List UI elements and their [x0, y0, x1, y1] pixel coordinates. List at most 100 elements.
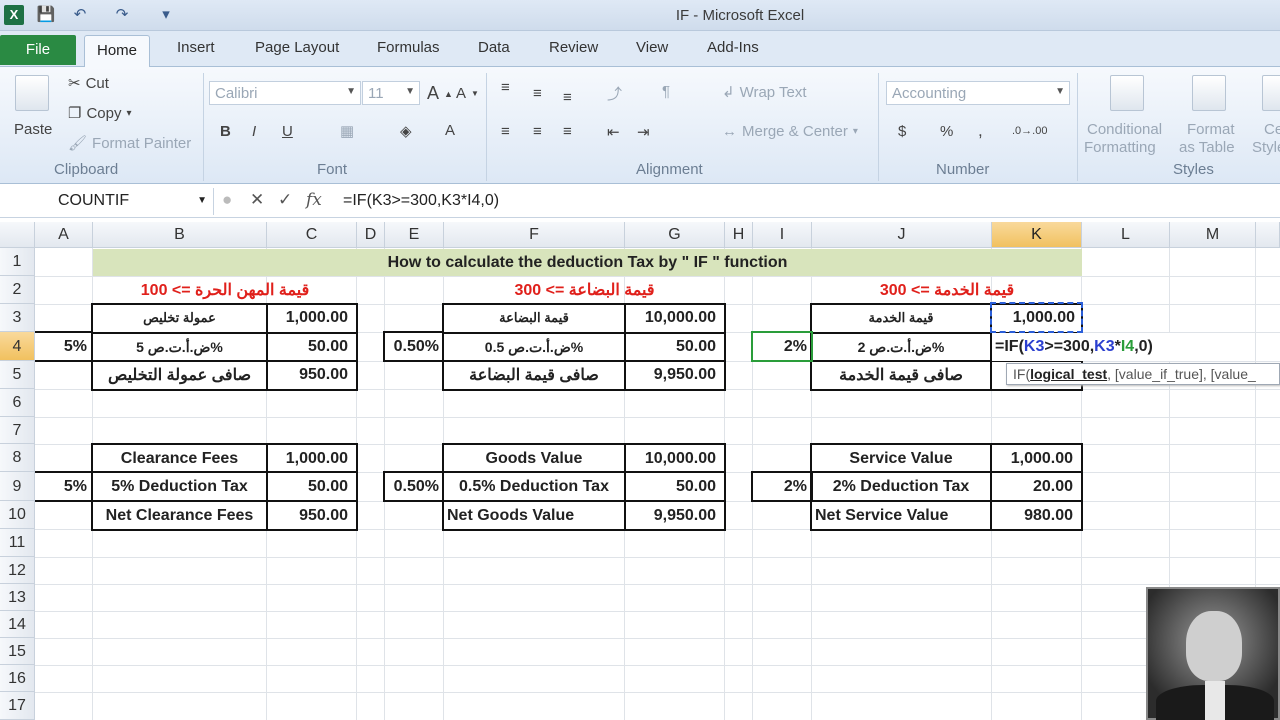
row-header[interactable]: 15	[0, 638, 35, 665]
increase-decimal-icon[interactable]: .0→.00	[1012, 125, 1047, 137]
enter-icon[interactable]: ✓	[278, 190, 292, 210]
italic-icon[interactable]: I	[252, 123, 256, 140]
cell-b10[interactable]: Net Clearance Fees	[93, 502, 266, 529]
cell-j8[interactable]: Service Value	[812, 445, 990, 472]
tab-add-ins[interactable]: Add-Ins	[707, 39, 759, 56]
cell-b5[interactable]: صافى عمولة التخليص	[93, 361, 266, 389]
column-header[interactable]: M	[1170, 222, 1256, 248]
underline-icon[interactable]: U	[282, 123, 293, 140]
row-header[interactable]: 8	[0, 444, 35, 472]
tab-data[interactable]: Data	[478, 39, 510, 56]
percent-icon[interactable]: %	[940, 123, 953, 140]
cell-j4[interactable]: ض.أ.ت.ص 2%	[812, 333, 990, 361]
cell-f10[interactable]: Net Goods Value	[447, 502, 624, 529]
cell-j5[interactable]: صافى قيمة الخدمة	[812, 361, 990, 389]
align-right-icon[interactable]: ≡	[563, 123, 572, 140]
format-as-table-icon[interactable]	[1192, 75, 1226, 111]
wrap-text-button[interactable]: ↲ Wrap Text	[722, 83, 807, 102]
align-center-icon[interactable]: ≡	[533, 123, 542, 140]
cell-g3[interactable]: 10,000.00	[626, 304, 724, 332]
copy-button[interactable]: ❐ Copy ▾	[68, 104, 132, 123]
cell-a4[interactable]: 5%	[35, 333, 91, 361]
comma-style-icon[interactable]: ,	[978, 121, 983, 141]
fill-color-icon[interactable]: ◈	[400, 122, 412, 140]
top-align-icon[interactable]: ≡	[501, 79, 510, 96]
cell-c10[interactable]: 950.00	[268, 502, 356, 529]
paste-icon[interactable]	[15, 75, 49, 111]
cell-b3[interactable]: عمولة تخليص	[93, 304, 266, 332]
free-professions-header[interactable]: 100 <= قيمة المهن الحرة	[93, 276, 357, 304]
column-header[interactable]: H	[725, 222, 753, 248]
number-format-combo[interactable]: Accounting ▼	[886, 81, 1070, 105]
cancel-icon[interactable]: ✕	[250, 190, 264, 210]
column-header[interactable]: I	[753, 222, 812, 248]
row-header[interactable]: 13	[0, 584, 35, 611]
cell-c8[interactable]: 1,000.00	[268, 445, 356, 472]
align-left-icon[interactable]: ≡	[501, 123, 510, 140]
row-header[interactable]: 9	[0, 472, 35, 501]
decrease-indent-icon[interactable]: ⇤	[607, 123, 620, 141]
tab-view[interactable]: View	[636, 39, 668, 56]
cell-f4[interactable]: ض.أ.ت.ص 0.5%	[444, 333, 624, 361]
cell-i9[interactable]: 2%	[753, 473, 811, 501]
cell-k9[interactable]: 20.00	[992, 473, 1081, 501]
cell-c3[interactable]: 1,000.00	[268, 304, 356, 332]
row-header[interactable]: 14	[0, 611, 35, 638]
row-header[interactable]: 1	[0, 248, 35, 276]
cell-c4[interactable]: 50.00	[268, 333, 356, 361]
cell-g10[interactable]: 9,950.00	[626, 502, 724, 529]
font-color-icon[interactable]: A	[445, 122, 455, 139]
column-header[interactable]: B	[93, 222, 267, 248]
cell-g5[interactable]: 9,950.00	[626, 361, 724, 389]
conditional-formatting-icon[interactable]	[1110, 75, 1144, 111]
orientation-icon[interactable]: ⤴	[607, 83, 622, 104]
cell-g4[interactable]: 50.00	[626, 333, 724, 361]
currency-icon[interactable]: $	[898, 123, 906, 140]
format-as-table-button[interactable]: Format	[1187, 121, 1235, 138]
row-header[interactable]: 3	[0, 304, 35, 332]
row-header[interactable]: 12	[0, 557, 35, 584]
row-header[interactable]: 10	[0, 501, 35, 529]
tab-insert[interactable]: Insert	[177, 39, 215, 56]
format-painter-button[interactable]: 🖌 Format Painter	[68, 134, 191, 153]
cell-g9[interactable]: 50.00	[626, 473, 724, 501]
column-header[interactable]: K	[992, 222, 1082, 248]
cell-f5[interactable]: صافى قيمة البضاعة	[444, 361, 624, 389]
column-header[interactable]: J	[812, 222, 992, 248]
cell-e4[interactable]: 0.50%	[385, 333, 443, 361]
row-header[interactable]: 11	[0, 529, 35, 557]
name-box[interactable]: COUNTIF ▼	[0, 188, 214, 215]
goods-header[interactable]: 300 <= قيمة البضاعة	[444, 276, 725, 304]
cell-b4[interactable]: ض.أ.ت.ص 5%	[93, 333, 266, 361]
row-header[interactable]: 17	[0, 692, 35, 720]
cell-k3[interactable]: 1,000.00	[990, 302, 1083, 333]
service-header[interactable]: 300 <= قيمة الخدمة	[812, 276, 1082, 304]
cell-b9[interactable]: 5% Deduction Tax	[93, 473, 266, 501]
column-header[interactable]	[1256, 222, 1280, 248]
cell-j3[interactable]: قيمة الخدمة	[812, 304, 990, 332]
column-header[interactable]: D	[357, 222, 385, 248]
text-direction-icon[interactable]: ¶	[662, 83, 670, 100]
tab-formulas[interactable]: Formulas	[377, 39, 440, 56]
sheet-title[interactable]: How to calculate the deduction Tax by " …	[93, 249, 1082, 276]
row-header[interactable]: 6	[0, 389, 35, 417]
column-header[interactable]: F	[444, 222, 625, 248]
merge-center-button[interactable]: ↔ Merge & Center ▾	[722, 123, 858, 140]
cell-f3[interactable]: قيمة البضاعة	[444, 304, 624, 332]
formula-bar-handle-icon[interactable]: ●	[222, 190, 232, 210]
tab-home[interactable]: Home	[84, 35, 151, 68]
cell-c9[interactable]: 50.00	[268, 473, 356, 501]
column-header[interactable]: L	[1082, 222, 1170, 248]
cell-styles-button[interactable]: Ce	[1264, 121, 1280, 138]
function-tooltip[interactable]: IF(logical_test, [value_if_true], [value…	[1006, 363, 1280, 385]
row-header[interactable]: 5	[0, 361, 35, 389]
row-header[interactable]: 4	[0, 332, 35, 361]
cell-c5[interactable]: 950.00	[268, 361, 356, 389]
cell-j10[interactable]: Net Service Value	[815, 502, 990, 529]
row-header[interactable]: 7	[0, 417, 35, 444]
row-header[interactable]: 16	[0, 665, 35, 692]
font-size-combo[interactable]: 11 ▼	[362, 81, 420, 105]
cell-k4-editing[interactable]: =IF(K3 >=300, K3 * I4,0)	[992, 333, 1172, 361]
middle-align-icon[interactable]: ≡	[533, 85, 542, 102]
paste-button[interactable]: Paste	[14, 121, 52, 138]
